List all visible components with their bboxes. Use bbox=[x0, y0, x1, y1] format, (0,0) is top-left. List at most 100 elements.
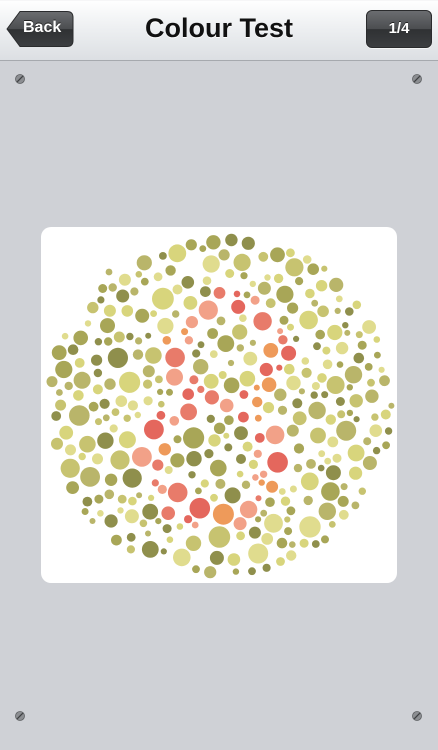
plate-dot bbox=[264, 274, 271, 281]
plate-dot bbox=[265, 497, 275, 508]
plate-dot bbox=[110, 450, 130, 470]
plate-dot bbox=[264, 513, 283, 533]
plate-dot bbox=[118, 431, 136, 449]
plate-dot bbox=[299, 538, 309, 548]
plate-dot bbox=[295, 277, 304, 286]
page-indicator-button[interactable]: 1/4 bbox=[366, 10, 432, 48]
plate-dot bbox=[94, 338, 103, 346]
plate-dot bbox=[273, 273, 284, 284]
plate-dot bbox=[378, 366, 385, 373]
plate-dot bbox=[286, 248, 295, 258]
plate-dot bbox=[262, 402, 275, 414]
plate-dot bbox=[126, 532, 136, 542]
ishihara-plate-image bbox=[46, 233, 395, 579]
plate-dot bbox=[100, 318, 115, 334]
plate-dot bbox=[157, 317, 174, 335]
plate-dot bbox=[307, 263, 320, 275]
plate-dot bbox=[142, 365, 155, 378]
plate-dot bbox=[189, 375, 199, 385]
plate-dot bbox=[84, 320, 92, 327]
plate-dot bbox=[248, 567, 256, 576]
plate-dot bbox=[121, 305, 134, 317]
plate-dot bbox=[278, 488, 286, 495]
plate-dot bbox=[239, 500, 258, 519]
plate-dot bbox=[202, 276, 212, 285]
plate-dot bbox=[248, 526, 261, 539]
plate-dot bbox=[158, 400, 165, 408]
plate-dot bbox=[346, 409, 354, 417]
plate-dot bbox=[270, 247, 285, 263]
plate-dot bbox=[95, 418, 102, 426]
plate-dot bbox=[300, 472, 319, 491]
plate-dot bbox=[218, 371, 227, 379]
plate-dot bbox=[258, 251, 269, 262]
plate-dot bbox=[287, 323, 294, 331]
plate-dot bbox=[162, 524, 172, 534]
plate-dot bbox=[61, 332, 69, 340]
plate-dot bbox=[185, 239, 197, 251]
plate-dot bbox=[73, 390, 84, 401]
plate-dot bbox=[285, 258, 304, 277]
plate-dot bbox=[117, 507, 124, 514]
plate-dot bbox=[286, 424, 299, 437]
plate-dot bbox=[249, 339, 256, 346]
plate-dot bbox=[97, 510, 104, 517]
plate-dot bbox=[335, 397, 345, 406]
plate-dot bbox=[327, 324, 343, 341]
plate-dot bbox=[172, 310, 180, 318]
plate-dot bbox=[161, 506, 175, 520]
plate-dot bbox=[224, 415, 234, 425]
plate-dot bbox=[144, 419, 164, 440]
plate-dot bbox=[56, 389, 63, 396]
plate-dot bbox=[236, 470, 244, 478]
plate-dot bbox=[108, 283, 117, 292]
plate-dot bbox=[210, 459, 227, 477]
plate-dot bbox=[213, 287, 226, 299]
plate-dot bbox=[169, 416, 180, 426]
plate-dot bbox=[168, 244, 187, 263]
plate-dot bbox=[210, 493, 218, 502]
plate-dot bbox=[248, 459, 258, 469]
plate-dot bbox=[55, 360, 73, 379]
plate-dot bbox=[150, 310, 157, 317]
plate-dot bbox=[310, 391, 318, 399]
plate-dot bbox=[322, 359, 333, 370]
plate-dot bbox=[292, 398, 303, 409]
plate-dot bbox=[238, 411, 249, 423]
plate-dot bbox=[99, 398, 110, 409]
plate-dot bbox=[227, 359, 235, 367]
plate-dot bbox=[267, 452, 288, 473]
plate-dot bbox=[191, 521, 199, 529]
plate-dot bbox=[113, 331, 125, 343]
plate-dot bbox=[286, 375, 301, 391]
plate-dot bbox=[135, 337, 143, 345]
plate-dot bbox=[243, 351, 258, 366]
plate-dot bbox=[122, 468, 142, 488]
plate-dot bbox=[111, 408, 120, 416]
plate-dot bbox=[143, 379, 153, 389]
plate-dot bbox=[311, 299, 319, 307]
plate-dot bbox=[153, 272, 163, 282]
plate-dot bbox=[335, 341, 349, 355]
plate-dot bbox=[278, 335, 288, 345]
plate-dot bbox=[145, 332, 152, 339]
plate-dot bbox=[217, 335, 235, 352]
plate-dot bbox=[92, 384, 103, 395]
plate-dot bbox=[310, 427, 326, 444]
plate-dot bbox=[183, 427, 205, 449]
plate-dot bbox=[349, 466, 363, 480]
plate-dot bbox=[243, 291, 251, 299]
plate-dot bbox=[259, 362, 273, 377]
plate-dot bbox=[355, 331, 363, 339]
plate-dot bbox=[64, 381, 73, 391]
plate-dot bbox=[308, 401, 326, 420]
plate-dot bbox=[156, 410, 166, 420]
plate-dot bbox=[152, 459, 164, 471]
plate-dot bbox=[192, 565, 200, 574]
plate-dot bbox=[82, 496, 93, 507]
plate-dot bbox=[208, 526, 231, 548]
plate-dot bbox=[116, 289, 130, 303]
plate-dot bbox=[329, 277, 344, 292]
plate-dot bbox=[195, 487, 202, 495]
plate-dot bbox=[274, 388, 287, 401]
